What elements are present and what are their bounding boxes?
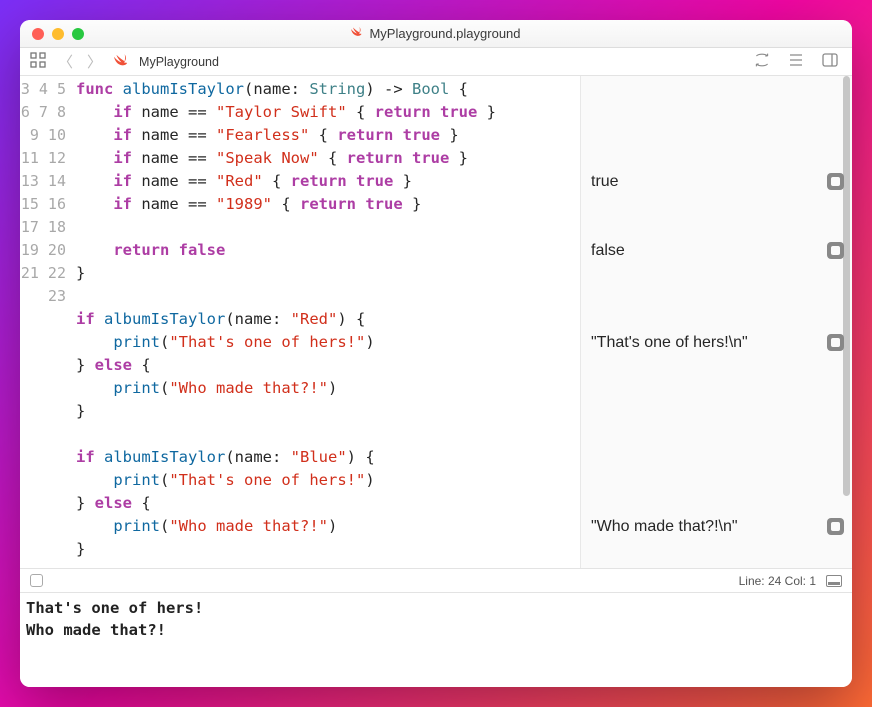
result-row: "Who made that?!\n" xyxy=(591,515,844,538)
quicklook-icon[interactable] xyxy=(827,518,844,535)
result-value: true xyxy=(591,173,619,191)
result-value: false xyxy=(591,242,625,260)
swift-icon xyxy=(351,26,363,41)
scrollbar-track[interactable] xyxy=(842,76,850,568)
code-line[interactable]: print("Who made that?!") xyxy=(76,377,580,400)
code-line[interactable]: if name == "Taylor Swift" { return true … xyxy=(76,101,580,124)
window-title: MyPlayground.playground xyxy=(20,26,852,41)
result-row: true xyxy=(591,170,844,193)
titlebar[interactable]: MyPlayground.playground xyxy=(20,20,852,48)
quicklook-icon[interactable] xyxy=(827,173,844,190)
editor-area: 3 4 5 6 7 8 9 10 11 12 13 14 15 16 17 18… xyxy=(20,76,852,568)
code-line[interactable]: print("That's one of hers!") xyxy=(76,469,580,492)
code-line[interactable]: if albumIsTaylor(name: "Red") { xyxy=(76,308,580,331)
result-row: "That's one of hers!\n" xyxy=(591,331,844,354)
line-gutter[interactable]: 3 4 5 6 7 8 9 10 11 12 13 14 15 16 17 18… xyxy=(20,76,76,568)
status-bar: Line: 24 Col: 1 xyxy=(20,568,852,592)
code-editor[interactable]: func albumIsTaylor(name: String) -> Bool… xyxy=(76,76,580,568)
related-items-icon[interactable] xyxy=(30,52,46,71)
result-value: "That's one of hers!\n" xyxy=(591,334,748,352)
result-row: false xyxy=(591,239,844,262)
window-title-text: MyPlayground.playground xyxy=(369,26,520,41)
console-output[interactable]: That's one of hers! Who made that?! xyxy=(20,592,852,687)
code-line[interactable] xyxy=(76,423,580,446)
code-line[interactable]: return false xyxy=(76,239,580,262)
code-line[interactable]: } else { xyxy=(76,492,580,515)
code-line[interactable] xyxy=(76,285,580,308)
code-line[interactable]: } xyxy=(76,538,580,561)
code-line[interactable]: } xyxy=(76,400,580,423)
forward-icon[interactable]: 〉 xyxy=(85,51,104,72)
xcode-window: MyPlayground.playground 〈 〉 MyPlayground… xyxy=(20,20,852,687)
console-toggle-icon[interactable] xyxy=(826,575,842,587)
adjust-editor-icon[interactable] xyxy=(784,53,808,70)
quicklook-icon[interactable] xyxy=(827,242,844,259)
refresh-icon[interactable] xyxy=(750,53,774,70)
code-line[interactable]: if name == "Fearless" { return true } xyxy=(76,124,580,147)
code-line[interactable]: if name == "1989" { return true } xyxy=(76,193,580,216)
code-line[interactable]: } xyxy=(76,262,580,285)
quicklook-icon[interactable] xyxy=(827,334,844,351)
code-line[interactable]: if name == "Speak Now" { return true } xyxy=(76,147,580,170)
add-editor-icon[interactable] xyxy=(818,53,842,70)
code-line[interactable]: print("Who made that?!") xyxy=(76,515,580,538)
run-toggle[interactable] xyxy=(30,574,43,587)
results-sidebar: true false "That's one of hers!\n" "Who mad… xyxy=(580,76,852,568)
scrollbar-thumb[interactable] xyxy=(843,76,850,496)
toolbar: 〈 〉 MyPlayground xyxy=(20,48,852,76)
breadcrumb[interactable]: MyPlayground xyxy=(139,55,219,69)
code-line[interactable] xyxy=(76,216,580,239)
code-line[interactable]: func albumIsTaylor(name: String) -> Bool… xyxy=(76,78,580,101)
back-icon[interactable]: 〈 xyxy=(56,51,75,72)
swift-icon xyxy=(114,53,129,71)
code-line[interactable]: if albumIsTaylor(name: "Blue") { xyxy=(76,446,580,469)
code-line[interactable]: } else { xyxy=(76,354,580,377)
code-line[interactable]: print("That's one of hers!") xyxy=(76,331,580,354)
cursor-position: Line: 24 Col: 1 xyxy=(739,574,816,588)
code-line[interactable]: if name == "Red" { return true } xyxy=(76,170,580,193)
result-value: "Who made that?!\n" xyxy=(591,518,738,536)
